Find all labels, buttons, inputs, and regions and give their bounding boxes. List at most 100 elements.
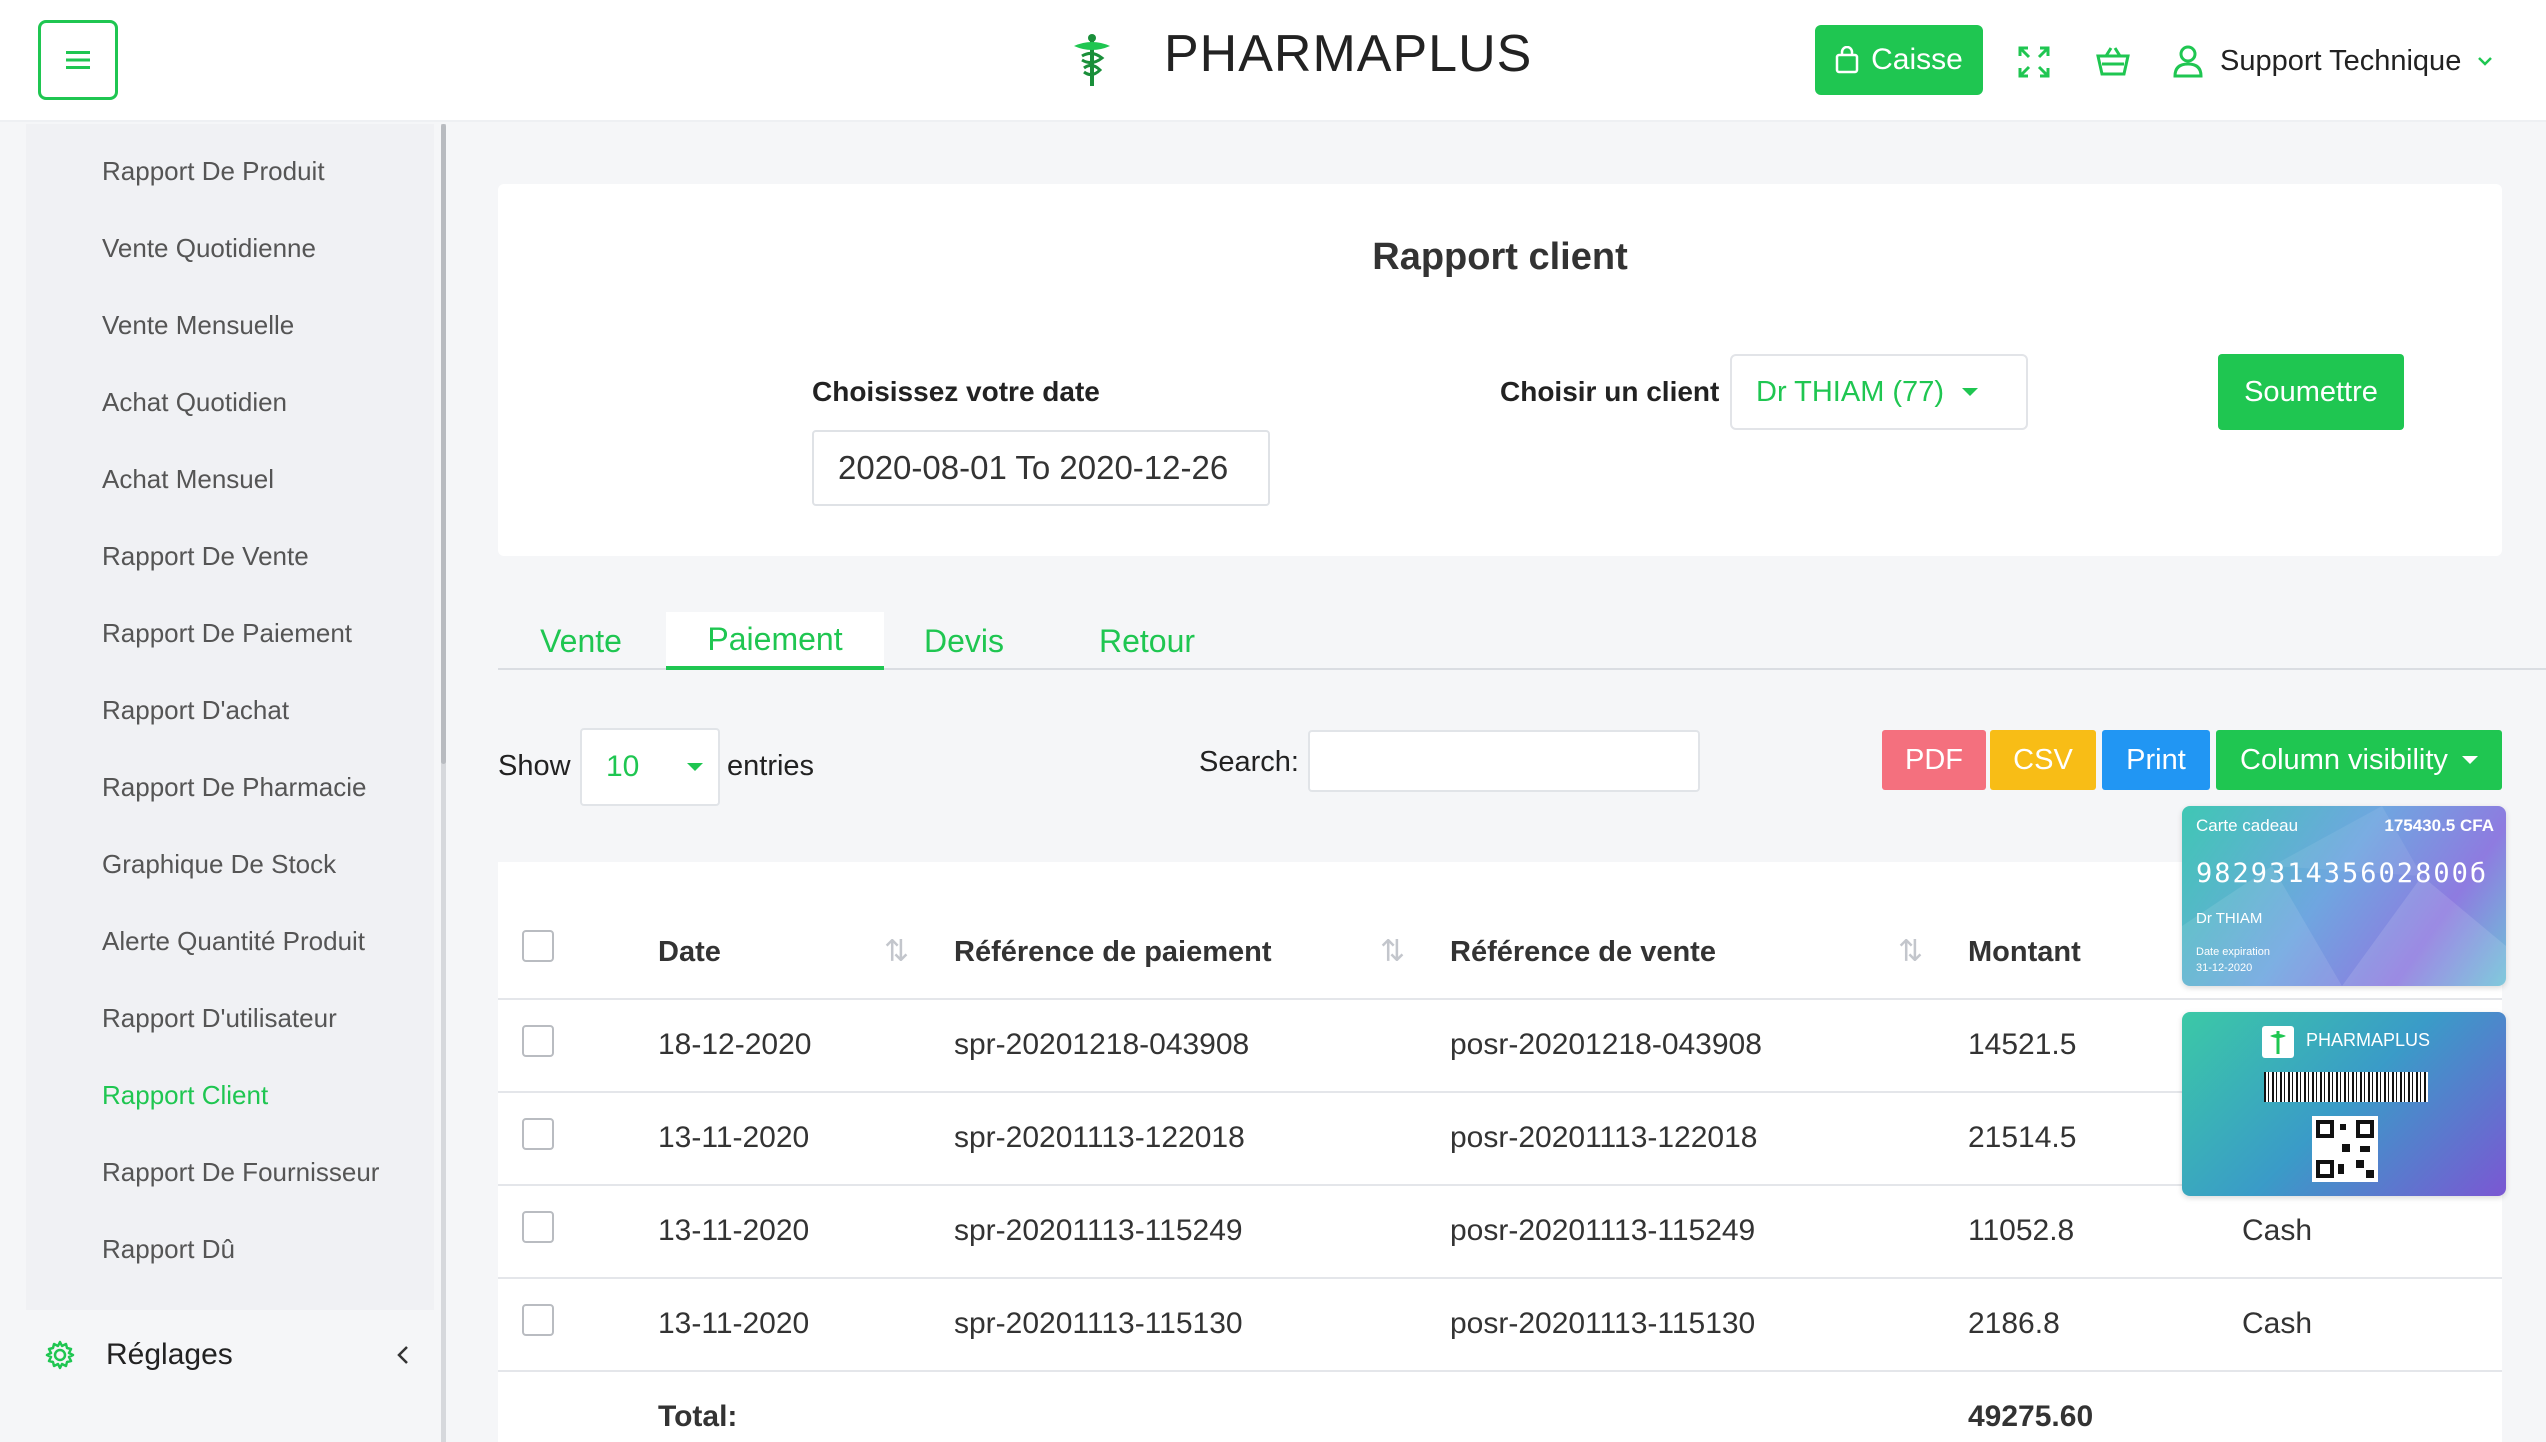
page-length-select[interactable]: 10	[580, 728, 720, 806]
search-label: Search:	[1199, 746, 1299, 778]
sidebar-item-rapport-paiement[interactable]: Rapport De Paiement	[102, 618, 352, 649]
user-menu[interactable]: Support Technique	[2172, 36, 2493, 86]
menu-toggle-button[interactable]	[38, 20, 118, 100]
sidebar-item-graphique-stock[interactable]: Graphique De Stock	[102, 849, 336, 880]
row-checkbox[interactable]	[522, 1118, 554, 1150]
brand-name: PHARMAPLUS	[1164, 25, 1533, 83]
tab-vente[interactable]: Vente	[518, 612, 644, 670]
sidebar-scrollbar[interactable]	[441, 124, 446, 1442]
report-tabs: Vente Paiement Devis Retour	[498, 612, 2546, 670]
total-label: Total:	[658, 1400, 738, 1433]
cell-payment-ref: spr-20201113-122018	[954, 1121, 1245, 1154]
row-checkbox[interactable]	[522, 1304, 554, 1336]
sidebar-item-rapport-utilisateur[interactable]: Rapport D'utilisateur	[102, 1003, 337, 1034]
caret-down-icon	[687, 763, 704, 771]
sidebar-item-rapport-fournisseur[interactable]: Rapport De Fournisseur	[102, 1157, 379, 1188]
date-label: Choisissez votre date	[812, 376, 1100, 407]
sidebar-item-reglages[interactable]: Réglages	[26, 1310, 434, 1400]
header-divider	[498, 998, 2502, 1000]
gift-card-back-brand: PHARMAPLUS	[2306, 1030, 2431, 1050]
qr-code-icon	[2312, 1116, 2378, 1182]
chevron-down-icon	[2478, 57, 2493, 66]
user-icon	[2173, 45, 2203, 78]
cell-amount: 14521.5	[1968, 1028, 2077, 1061]
shopping-bag-icon	[1835, 46, 1859, 74]
sort-icon[interactable]: ⇅	[1380, 934, 1405, 969]
sidebar-item-rapport-client[interactable]: Rapport Client	[102, 1080, 268, 1111]
caisse-button[interactable]: Caisse	[1815, 25, 1983, 95]
client-select-value: Dr THIAM (77)	[1756, 375, 1944, 408]
row-checkbox[interactable]	[522, 1025, 554, 1057]
select-all-checkbox[interactable]	[522, 930, 554, 962]
sidebar-item-alerte-quantite[interactable]: Alerte Quantité Produit	[102, 926, 365, 957]
caduceus-logo-icon	[1074, 34, 1110, 86]
row-divider	[498, 1277, 2502, 1279]
cell-date: 13-11-2020	[658, 1121, 810, 1154]
column-header-date[interactable]: Date	[658, 936, 721, 969]
cell-payment-ref: spr-20201113-115249	[954, 1214, 1243, 1247]
caisse-label: Caisse	[1871, 43, 1963, 76]
entries-label: entries	[727, 750, 815, 782]
cell-sale-ref: posr-20201218-043908	[1450, 1028, 1762, 1061]
sidebar-item-achat-mensuel[interactable]: Achat Mensuel	[102, 464, 274, 495]
tab-paiement[interactable]: Paiement	[666, 612, 884, 670]
column-visibility-button[interactable]: Column visibility	[2216, 730, 2502, 790]
column-header-amount[interactable]: Montant	[1968, 936, 2081, 969]
column-header-sale-ref[interactable]: Référence de vente	[1450, 936, 1716, 969]
gift-card-number: 982931435602800б	[2196, 858, 2489, 889]
sort-icon[interactable]: ⇅	[884, 934, 909, 969]
page-title: Rapport client	[1372, 236, 1628, 278]
chevron-left-icon	[397, 1346, 408, 1364]
cell-payment-method: Cash	[2242, 1214, 2313, 1247]
submit-button[interactable]: Soumettre	[2218, 354, 2404, 430]
cell-sale-ref: posr-20201113-122018	[1450, 1121, 1758, 1154]
row-divider	[498, 1370, 2502, 1372]
basket-icon[interactable]	[2095, 44, 2131, 80]
total-value: 49275.60	[1968, 1400, 2094, 1433]
gift-card-front[interactable]: Carte cadeau 175430.5 CFA 98293143560280…	[2182, 806, 2506, 986]
cell-amount: 11052.8	[1968, 1214, 2075, 1247]
tab-retour[interactable]: Retour	[1082, 612, 1212, 670]
top-header: PHARMAPLUS Caisse Support Technique	[0, 0, 2546, 122]
hamburger-icon	[66, 51, 90, 69]
search-input[interactable]	[1308, 730, 1700, 792]
gift-card-holder: Dr THIAM	[2196, 910, 2263, 927]
sidebar-item-rapport-achat[interactable]: Rapport D'achat	[102, 695, 289, 726]
cell-payment-ref: spr-20201113-115130	[954, 1307, 1243, 1340]
sidebar-item-rapport-du[interactable]: Rapport Dû	[102, 1234, 235, 1265]
cell-payment-method: Cash	[2242, 1307, 2313, 1340]
client-label: Choisir un client	[1500, 376, 1720, 407]
cell-amount: 2186.8	[1968, 1307, 2060, 1340]
sidebar-item-achat-quotidien[interactable]: Achat Quotidien	[102, 387, 287, 418]
reglages-label: Réglages	[106, 1338, 233, 1371]
date-range-input[interactable]: 2020-08-01 To 2020-12-26	[812, 430, 1270, 506]
gear-icon	[45, 1340, 75, 1370]
sidebar-item-vente-quotidienne[interactable]: Vente Quotidienne	[102, 233, 316, 264]
sidebar-item-rapport-produit[interactable]: Rapport De Produit	[102, 156, 325, 187]
sidebar-item-rapport-pharmacie[interactable]: Rapport De Pharmacie	[102, 772, 366, 803]
fullscreen-icon[interactable]	[2016, 44, 2052, 80]
client-select[interactable]: Dr THIAM (77)	[1730, 354, 2028, 430]
sort-icon[interactable]: ⇅	[1898, 934, 1923, 969]
sidebar-report-submenu: Rapport De Produit Vente Quotidienne Ven…	[26, 124, 434, 1310]
cell-payment-ref: spr-20201218-043908	[954, 1028, 1250, 1061]
csv-button[interactable]: CSV	[1990, 730, 2096, 790]
print-button[interactable]: Print	[2102, 730, 2210, 790]
pharmacy-logo-icon	[2262, 1026, 2294, 1058]
gift-card-expiry: 31-12-2020	[2196, 962, 2253, 974]
sidebar-item-vente-mensuelle[interactable]: Vente Mensuelle	[102, 310, 294, 341]
gift-card-back[interactable]: PHARMAPLUS	[2182, 1012, 2506, 1196]
cell-sale-ref: posr-20201113-115130	[1450, 1307, 1756, 1340]
gift-card-title: Carte cadeau	[2196, 816, 2299, 835]
tab-devis[interactable]: Devis	[908, 612, 1020, 670]
caret-down-icon	[2461, 756, 2478, 764]
column-header-payment-ref[interactable]: Référence de paiement	[954, 936, 1272, 969]
pdf-button[interactable]: PDF	[1882, 730, 1986, 790]
sidebar-item-rapport-vente[interactable]: Rapport De Vente	[102, 541, 309, 572]
show-label: Show	[498, 750, 571, 782]
gift-card-expiry-label: Date expiration	[2196, 946, 2270, 958]
cell-amount: 21514.5	[1968, 1121, 2077, 1154]
cell-sale-ref: posr-20201113-115249	[1450, 1214, 1756, 1247]
column-visibility-label: Column visibility	[2240, 743, 2448, 776]
row-checkbox[interactable]	[522, 1211, 554, 1243]
